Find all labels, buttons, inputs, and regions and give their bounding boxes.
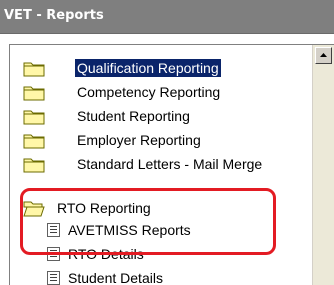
reports-window: VET - Reports Qualification Reporting Co… <box>0 0 334 285</box>
window-title: VET - Reports <box>4 8 104 23</box>
folder-closed-icon <box>23 62 45 77</box>
report-icon <box>47 271 60 285</box>
tree-item-label: Qualification Reporting <box>75 59 221 77</box>
tree-item-label: Standard Letters - Mail Merge <box>77 156 263 172</box>
tree-item-label: Student Reporting <box>77 108 190 124</box>
tree-item-label: Competency Reporting <box>77 84 221 100</box>
title-bar: VET - Reports <box>0 0 334 34</box>
arrow-up-icon <box>320 53 327 57</box>
folder-closed-icon <box>23 158 45 173</box>
tree-item-label: Student Details <box>68 270 163 285</box>
highlight-annotation <box>20 188 276 255</box>
folder-closed-icon <box>23 86 45 101</box>
vertical-scrollbar[interactable] <box>312 45 334 285</box>
folder-closed-icon <box>23 134 45 149</box>
folder-closed-icon <box>23 110 45 125</box>
tree-item-label: Employer Reporting <box>77 132 201 148</box>
scroll-up-button[interactable] <box>315 47 332 64</box>
